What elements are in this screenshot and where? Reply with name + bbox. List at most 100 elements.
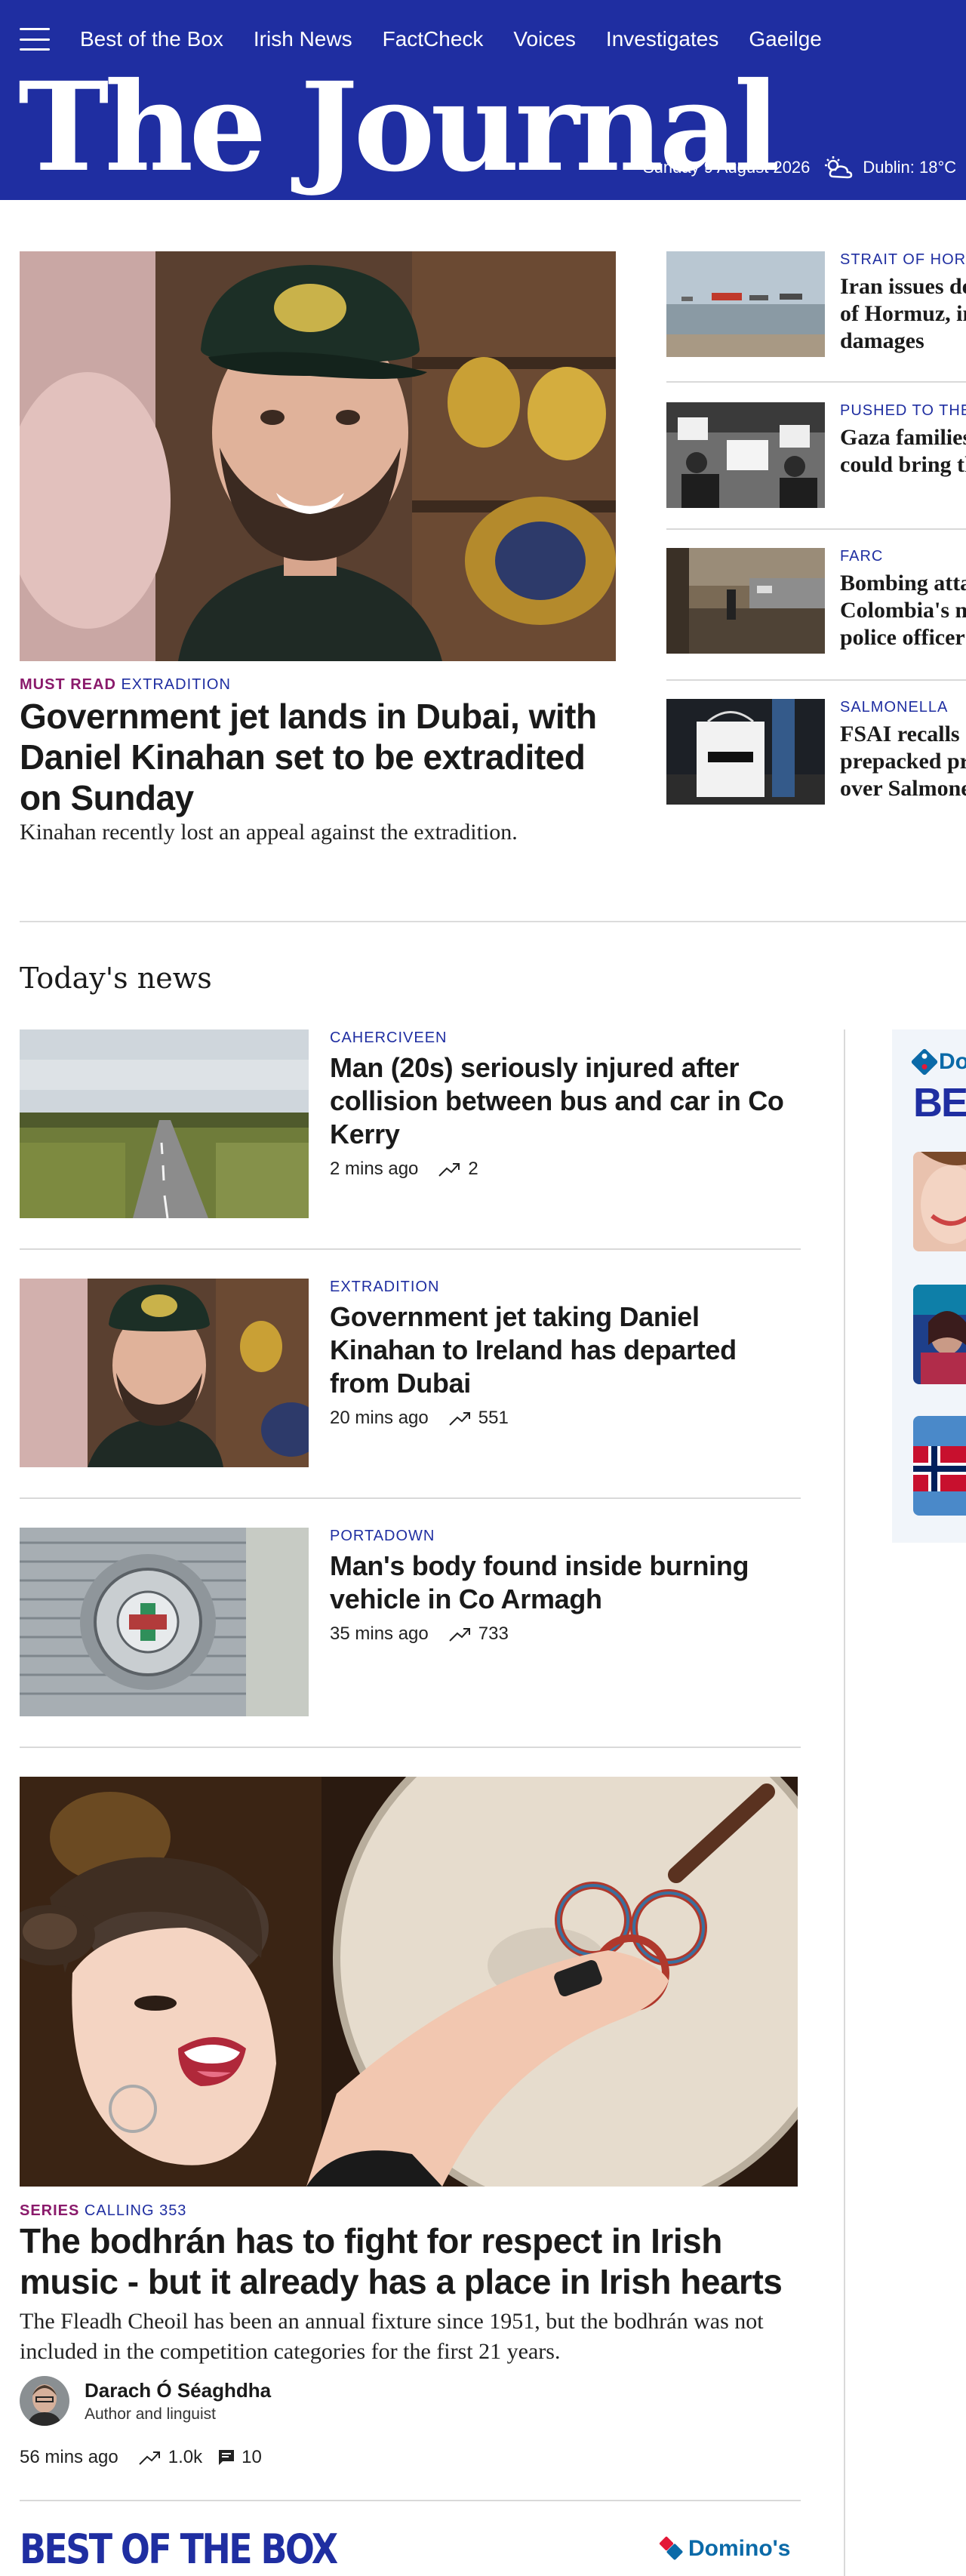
ad-panel[interactable]: Do BES [892, 1029, 966, 1543]
news-kicker[interactable]: PORTADOWN [330, 1528, 798, 1545]
trending-count: 551 [448, 1408, 509, 1429]
hero-category[interactable]: EXTRADITION [121, 676, 230, 693]
dominos-logo-icon [659, 2536, 684, 2561]
author-role: Author and linguist [85, 2405, 216, 2423]
news-kicker[interactable]: CAHERCIVEEN [330, 1029, 798, 1047]
nav-factcheck[interactable]: FactCheck [383, 27, 484, 51]
news-headline[interactable]: Man's body found inside burning vehicle … [330, 1550, 798, 1616]
news-headline[interactable]: Government jet taking Daniel Kinahan to … [330, 1300, 798, 1400]
section-divider [20, 921, 966, 922]
feature-category[interactable]: CALLING 353 [85, 2202, 187, 2219]
feature-meta: 56 mins ago 1.0k 10 [20, 2447, 262, 2468]
hero-image[interactable] [20, 251, 616, 661]
trending-count: 733 [448, 1623, 509, 1645]
side-story-title[interactable]: Iran issues de of Hormuz, in damages [840, 273, 966, 355]
trending-count: 2 [438, 1159, 478, 1180]
ad-thumbnail[interactable] [913, 1416, 966, 1516]
list-divider [20, 2500, 801, 2501]
nav-gaeilge[interactable]: Gaeilge [749, 27, 822, 51]
side-story-image[interactable] [666, 548, 825, 654]
side-story-title-line: FSAI recalls o [840, 722, 966, 746]
news-item[interactable]: PORTADOWN Man's body found inside burnin… [20, 1528, 801, 1716]
timestamp: 35 mins ago [330, 1623, 429, 1644]
news-image[interactable] [20, 1029, 309, 1218]
side-divider [666, 679, 966, 681]
news-item[interactable]: EXTRADITION Government jet taking Daniel… [20, 1279, 801, 1467]
trending-icon [449, 1412, 470, 1426]
feature-standfirst: The Fleadh Cheoil has been an annual fix… [20, 2309, 764, 2364]
feature-image[interactable] [20, 1777, 798, 2187]
section-title: Today's news [20, 962, 212, 995]
news-image[interactable] [20, 1279, 309, 1467]
side-story-title[interactable]: FSAI recalls o prepacked pr over Salmone [840, 721, 966, 802]
comments-count[interactable]: 10 [217, 2447, 262, 2468]
side-story[interactable]: SALMONELLA FSAI recalls o prepacked pr o… [666, 699, 966, 805]
trending-icon [438, 1163, 460, 1177]
trending-count: 1.0k [138, 2447, 202, 2468]
side-story-title-line: Colombia's n [840, 598, 966, 623]
side-story-title-line: of Hormuz, in [840, 301, 966, 326]
top-nav: Best of the Box Irish News FactCheck Voi… [20, 27, 852, 51]
side-divider [666, 381, 966, 383]
current-date: Sunday 9 August 2026 [643, 158, 811, 177]
menu-icon[interactable] [20, 28, 50, 51]
side-story-text: SALMONELLA FSAI recalls o prepacked pr o… [840, 699, 966, 802]
nav-investigates[interactable]: Investigates [606, 27, 718, 51]
best-of-the-box-logo[interactable]: BEST OF THE BOX [20, 2525, 338, 2573]
nav-irish-news[interactable]: Irish News [254, 27, 352, 51]
side-story-kicker[interactable]: PUSHED TO THE [840, 402, 966, 420]
news-meta: 35 mins ago 733 [330, 1623, 798, 1645]
feature-kicker: SERIES CALLING 353 [20, 2202, 186, 2220]
trending-value: 733 [478, 1623, 509, 1644]
news-item[interactable]: CAHERCIVEEN Man (20s) seriously injured … [20, 1029, 801, 1218]
trending-value: 551 [478, 1408, 509, 1428]
author-name[interactable]: Darach Ó Séaghdha [85, 2379, 271, 2402]
comments-value: 10 [242, 2447, 262, 2467]
series-label: SERIES [20, 2202, 80, 2219]
side-story-title-line: Gaza families [840, 425, 966, 450]
news-text: EXTRADITION Government jet taking Daniel… [330, 1279, 798, 1429]
nav-voices[interactable]: Voices [513, 27, 576, 51]
nav-best-of-the-box[interactable]: Best of the Box [80, 27, 223, 51]
side-story-title-line: could bring th [840, 452, 966, 477]
news-headline[interactable]: Man (20s) seriously injured after collis… [330, 1051, 798, 1151]
partly-cloudy-icon [822, 155, 855, 180]
side-story[interactable]: STRAIT OF HORM Iran issues de of Hormuz,… [666, 251, 966, 357]
side-story-image[interactable] [666, 402, 825, 508]
news-kicker[interactable]: EXTRADITION [330, 1279, 798, 1296]
news-meta: 2 mins ago 2 [330, 1159, 798, 1180]
news-text: CAHERCIVEEN Man (20s) seriously injured … [330, 1029, 798, 1180]
side-story-image[interactable] [666, 699, 825, 805]
side-story-text: FARC Bombing atta Colombia's n police of… [840, 548, 966, 651]
avatar[interactable] [20, 2376, 69, 2426]
timestamp: 20 mins ago [330, 1408, 429, 1428]
side-story-kicker[interactable]: STRAIT OF HORM [840, 251, 966, 269]
author-details: Darach Ó Séaghdha Author and linguist [85, 2379, 271, 2424]
timestamp: 2 mins ago [330, 1159, 419, 1179]
side-story-kicker[interactable]: SALMONELLA [840, 699, 966, 716]
trending-icon [139, 2451, 160, 2465]
author-byline[interactable]: Darach Ó Séaghdha Author and linguist [20, 2376, 271, 2426]
news-image[interactable] [20, 1528, 309, 1716]
dominos-logo-icon [910, 1048, 939, 1076]
dateline: Sunday 9 August 2026 Dublin: 18°C [643, 155, 956, 180]
trending-value: 2 [468, 1159, 478, 1179]
side-story-title[interactable]: Bombing atta Colombia's n police officer [840, 570, 966, 651]
ad-headline: BES [913, 1080, 966, 1125]
side-story[interactable]: PUSHED TO THE Gaza families could bring … [666, 402, 966, 508]
feature-headline[interactable]: The bodhrán has to fight for respect in … [20, 2221, 804, 2302]
hero-headline[interactable]: Government jet lands in Dubai, with Dani… [20, 696, 623, 818]
side-story-title[interactable]: Gaza families could bring th [840, 424, 966, 479]
side-story-title-line: Iran issues de [840, 274, 966, 299]
sponsor-logo[interactable]: Domino's [659, 2536, 790, 2562]
side-story-title-line: Bombing atta [840, 571, 966, 596]
side-story-text: PUSHED TO THE Gaza families could bring … [840, 402, 966, 479]
column-rule [844, 1029, 845, 2576]
hero-kicker: MUST READ EXTRADITION [20, 676, 231, 694]
side-story-image[interactable] [666, 251, 825, 357]
side-story-kicker[interactable]: FARC [840, 548, 966, 565]
ad-thumbnail[interactable] [913, 1152, 966, 1251]
side-story[interactable]: FARC Bombing atta Colombia's n police of… [666, 548, 966, 654]
ad-thumbnail[interactable] [913, 1285, 966, 1384]
weather-readout: Dublin: 18°C [863, 158, 957, 177]
